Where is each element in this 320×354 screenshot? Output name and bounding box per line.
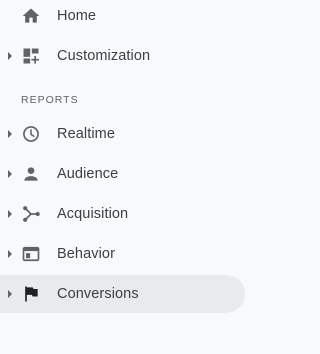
nav-item-acquisition[interactable]: Acquisition [0,195,245,233]
nav-item-behavior-label: Behavior [57,246,116,262]
behavior-icon [21,244,41,264]
home-icon [21,6,41,26]
clock-icon [21,124,41,144]
expand-caret-icon[interactable] [8,170,12,178]
nav-item-conversions-label: Conversions [57,286,139,302]
flag-icon [21,284,41,304]
expand-caret-icon[interactable] [8,290,12,298]
nav-item-conversions[interactable]: Conversions [0,275,245,313]
dashboard-add-icon [21,46,41,66]
expand-caret-icon[interactable] [8,130,12,138]
expand-caret-icon[interactable] [8,52,12,60]
nav-item-customization-label: Customization [57,48,151,64]
nav-item-acquisition-label: Acquisition [57,206,129,222]
nav-item-realtime-label: Realtime [57,126,116,142]
expand-caret-icon[interactable] [8,250,12,258]
nav-item-customization[interactable]: Customization [0,37,245,75]
sidebar-nav: Home Customization REPORTS Realtime Audi… [0,0,263,354]
expand-caret-icon[interactable] [8,210,12,218]
nav-item-home[interactable]: Home [0,0,245,35]
acquisition-icon [21,204,41,224]
reports-section-header: REPORTS [21,94,79,106]
person-icon [21,164,41,184]
nav-item-behavior[interactable]: Behavior [0,235,245,273]
nav-item-audience-label: Audience [57,166,119,182]
nav-item-realtime[interactable]: Realtime [0,115,245,153]
nav-item-home-label: Home [57,8,97,24]
nav-item-audience[interactable]: Audience [0,155,245,193]
